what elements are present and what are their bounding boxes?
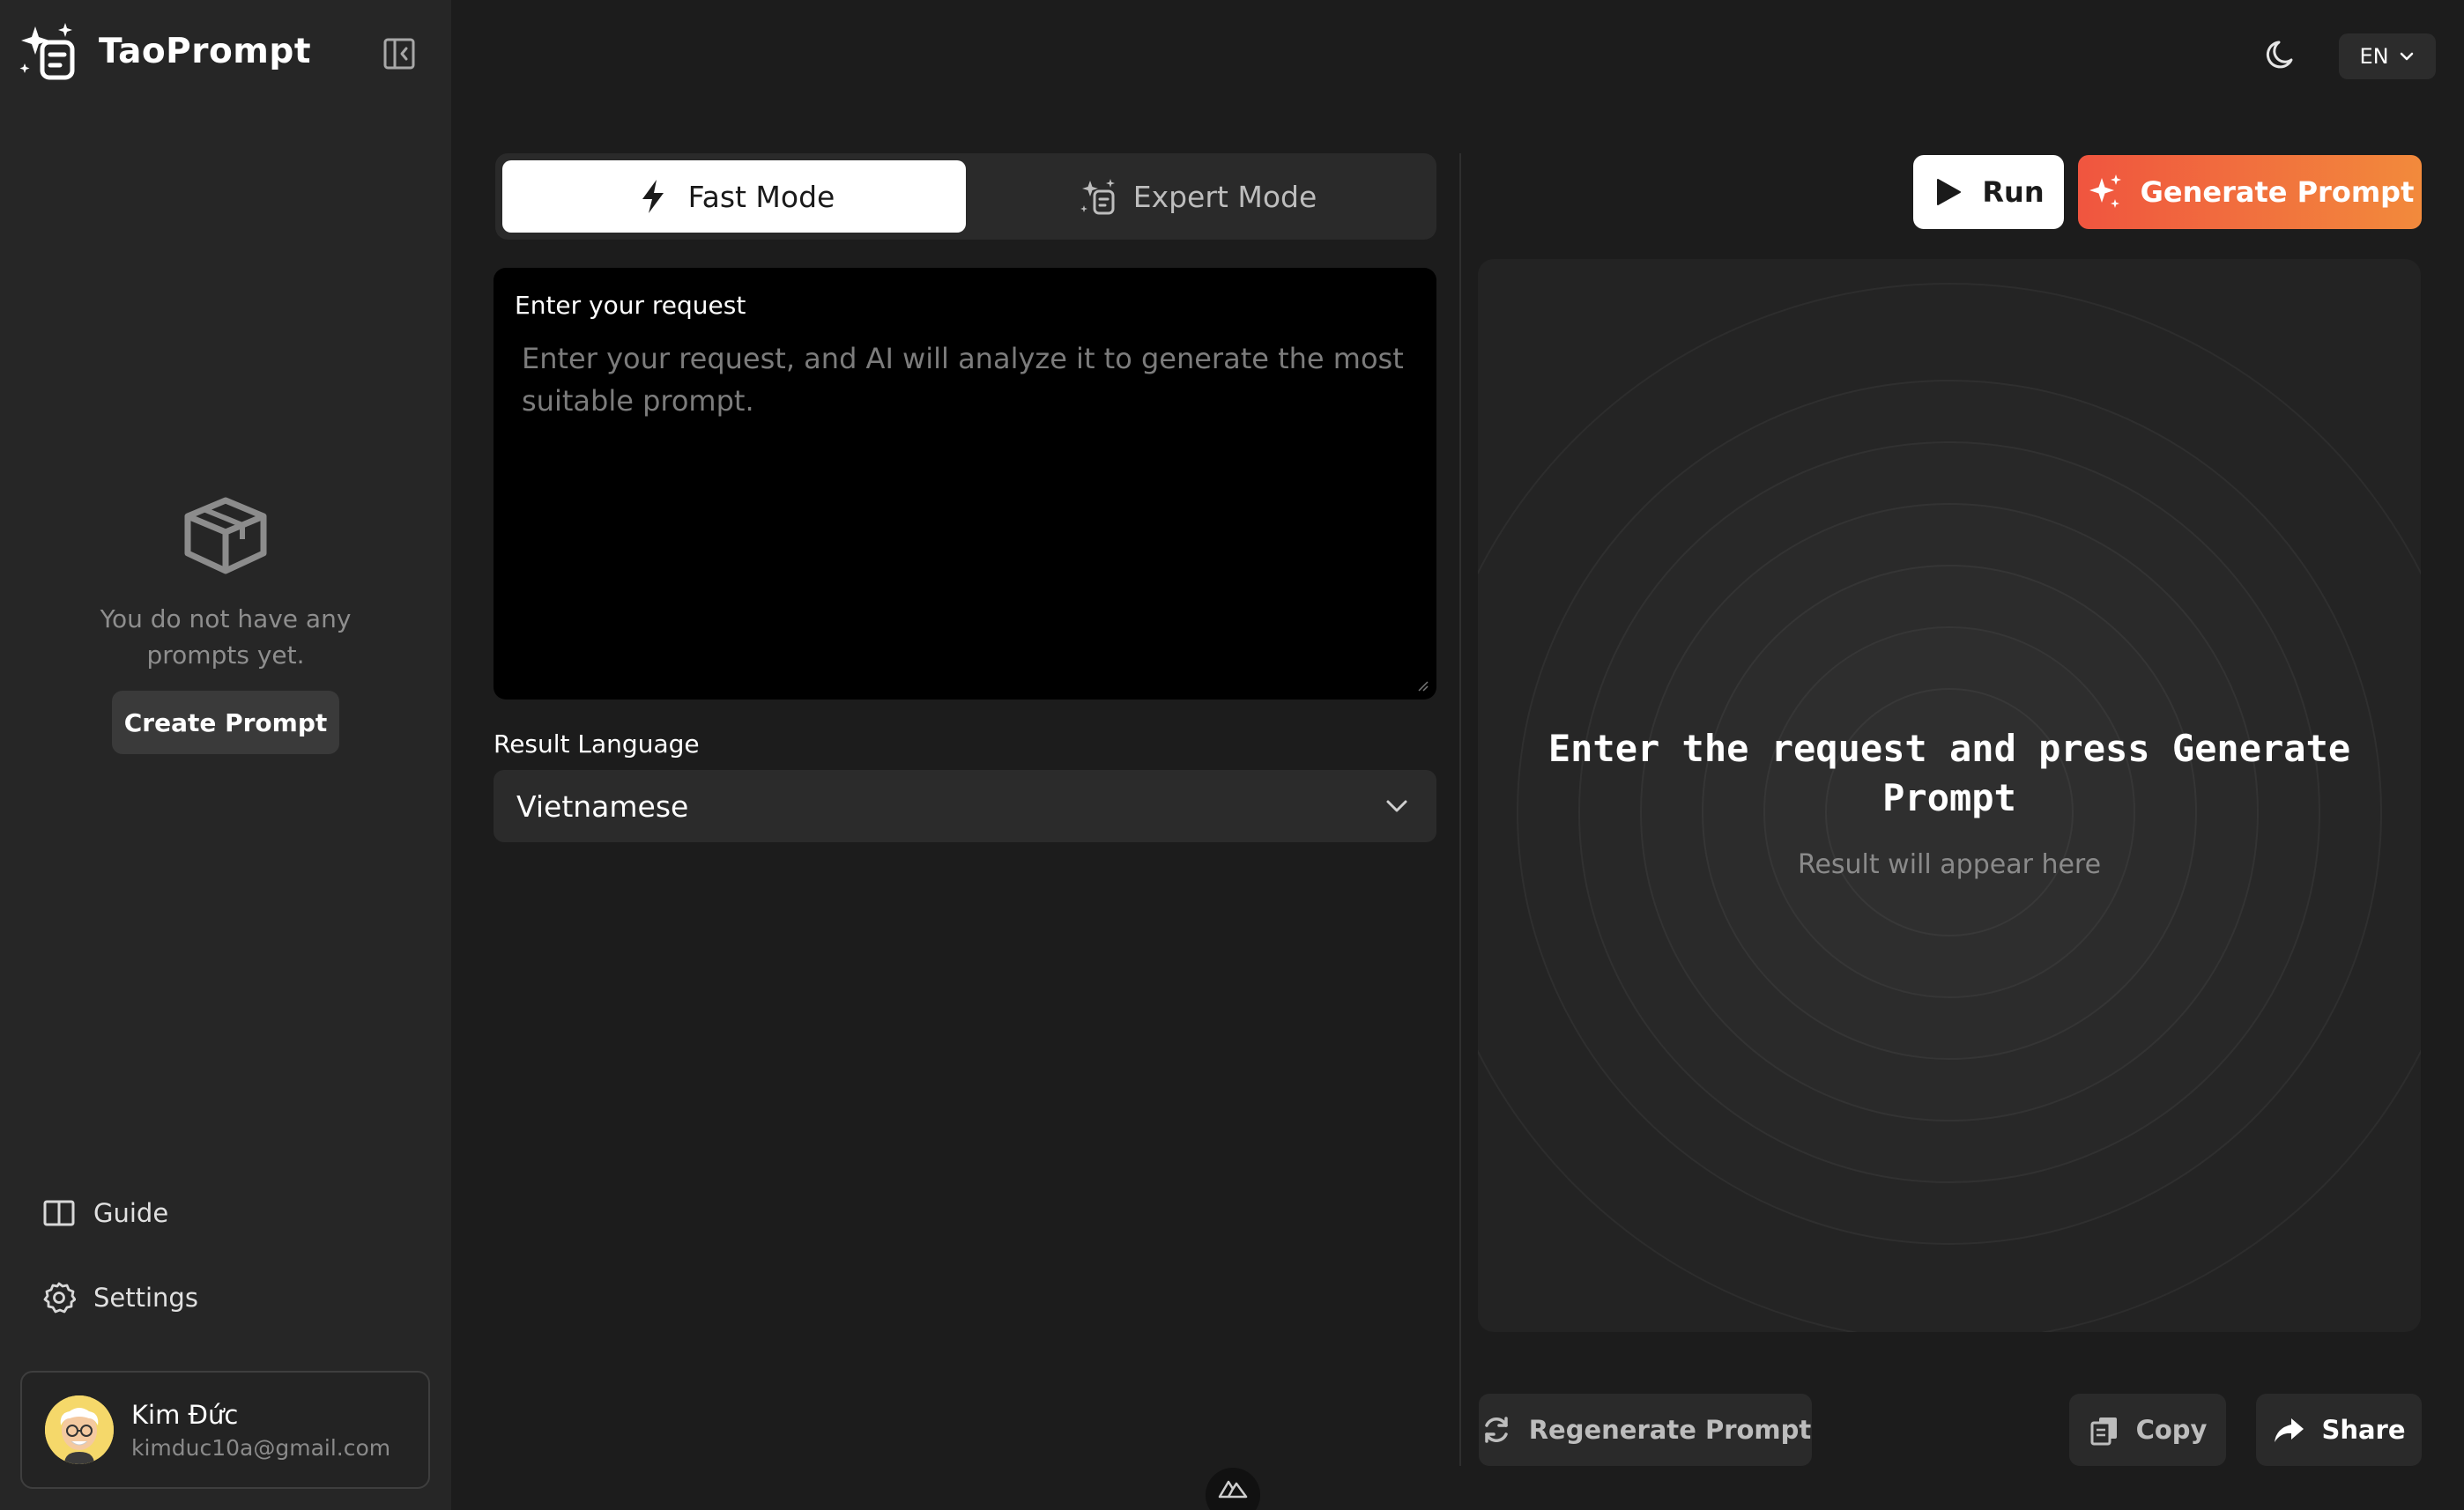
tab-label: Expert Mode xyxy=(1132,179,1317,214)
user-name: Kim Đức xyxy=(131,1399,239,1430)
regenerate-prompt-button[interactable]: Regenerate Prompt xyxy=(1479,1394,1812,1466)
sidebar-collapse-icon xyxy=(383,38,415,70)
sidebar-item-label: Settings xyxy=(93,1283,198,1313)
regenerate-label: Regenerate Prompt xyxy=(1528,1415,1812,1445)
moon-icon xyxy=(2266,41,2293,69)
create-prompt-button[interactable]: Create Prompt xyxy=(112,691,339,754)
result-placeholder-subtitle: Result will appear here xyxy=(1797,849,2102,880)
share-button[interactable]: Share xyxy=(2256,1394,2422,1466)
tab-fast-mode[interactable]: Fast Mode xyxy=(502,160,966,233)
sidebar: TaoPrompt You do not have any prompts ye… xyxy=(0,0,451,1510)
brand-name: TaoPrompt xyxy=(99,31,311,71)
sparkles-icon xyxy=(2089,174,2121,208)
share-arrow-icon xyxy=(2275,1418,2304,1442)
generate-label: Generate Prompt xyxy=(2140,175,2415,209)
gear-icon xyxy=(43,1282,76,1314)
empty-prompts-message: You do not have any prompts yet. xyxy=(100,604,352,670)
open-box-icon xyxy=(184,497,267,574)
language-code: EN xyxy=(2359,44,2389,69)
run-label: Run xyxy=(1982,175,2045,209)
panel-divider xyxy=(1459,153,1461,1466)
play-icon xyxy=(1937,179,1962,205)
run-button[interactable]: Run xyxy=(1913,155,2064,229)
empty-prompts-state: You do not have any prompts yet. Create … xyxy=(0,493,451,754)
user-info: Kim Đức kimduc10a@gmail.com xyxy=(131,1400,390,1461)
language-switcher[interactable]: EN xyxy=(2339,33,2436,79)
result-placeholder-title: Enter the request and press Generate Pro… xyxy=(1547,727,2351,819)
devtools-badge[interactable] xyxy=(1206,1468,1260,1510)
user-email: kimduc10a@gmail.com xyxy=(131,1434,391,1461)
mode-tabs: Fast Mode Expert Mode xyxy=(495,153,1436,240)
request-label: Enter your request xyxy=(515,291,746,320)
theme-toggle-button[interactable] xyxy=(2261,33,2304,76)
result-language-select[interactable]: Vietnamese xyxy=(494,770,1436,842)
copy-button[interactable]: Copy xyxy=(2069,1394,2226,1466)
chevron-down-icon xyxy=(1386,800,1407,812)
brand[interactable]: TaoPrompt xyxy=(16,19,311,83)
request-panel: Enter your request xyxy=(494,268,1436,699)
request-input[interactable] xyxy=(515,337,1415,672)
refresh-icon xyxy=(1484,1417,1508,1443)
book-icon xyxy=(43,1200,75,1226)
lightning-icon xyxy=(642,180,664,213)
result-panel: Enter the request and press Generate Pro… xyxy=(1478,259,2421,1332)
user-profile-card[interactable]: Kim Đức kimduc10a@gmail.com xyxy=(20,1371,430,1489)
sparkle-logo-icon xyxy=(19,23,75,80)
nuxt-logo-icon xyxy=(1218,1480,1248,1499)
resize-grip-icon[interactable] xyxy=(1415,678,1429,692)
tab-expert-mode[interactable]: Expert Mode xyxy=(966,160,1429,233)
copy-icon xyxy=(2090,1417,2117,1446)
avatar xyxy=(45,1395,114,1464)
sidebar-collapse-button[interactable] xyxy=(377,32,421,76)
sidebar-item-guide[interactable]: Guide xyxy=(42,1196,168,1230)
result-language-value: Vietnamese xyxy=(516,788,689,824)
sidebar-item-settings[interactable]: Settings xyxy=(42,1281,198,1314)
sidebar-item-label: Guide xyxy=(93,1198,169,1228)
tab-label: Fast Mode xyxy=(687,179,835,214)
result-language-label: Result Language xyxy=(494,729,700,759)
generate-prompt-button[interactable]: Generate Prompt xyxy=(2078,155,2422,229)
share-label: Share xyxy=(2321,1415,2406,1445)
chevron-down-icon xyxy=(2400,52,2413,61)
copy-label: Copy xyxy=(2135,1415,2208,1445)
sparkle-document-icon xyxy=(1080,179,1115,215)
